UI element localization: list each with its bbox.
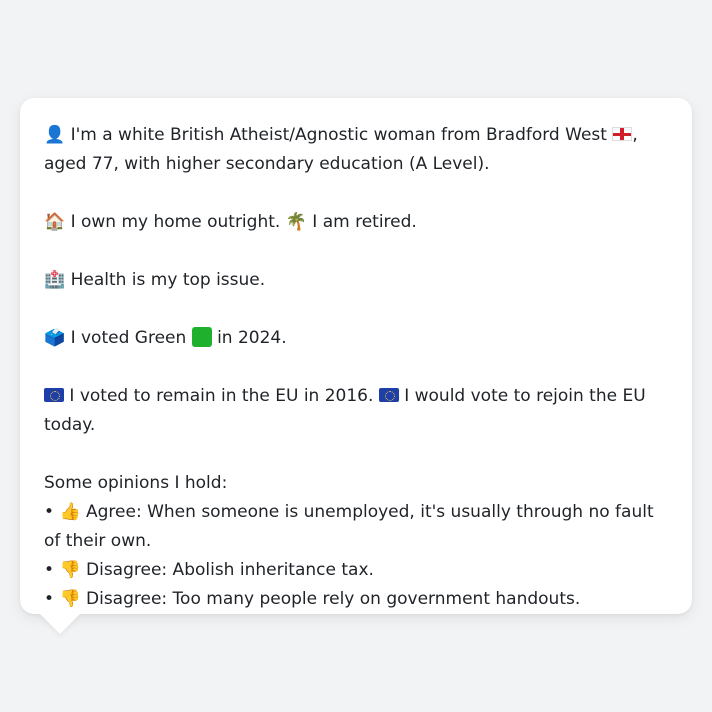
hospital-icon: 🏥: [44, 270, 66, 290]
bullet: •: [44, 502, 55, 522]
ballot-box-icon: 🗳️: [44, 328, 66, 348]
palm-tree-icon: 🌴: [285, 212, 307, 232]
england-flag-icon: [612, 127, 633, 141]
vote-line: 🗳️ I voted Green in 2024.: [44, 324, 674, 353]
identity-line: 👤 I'm a white British Atheist/Agnostic w…: [44, 121, 674, 179]
eu-flag-icon: [378, 388, 399, 402]
bullet: •: [44, 560, 55, 580]
house-icon: 🏠: [44, 212, 66, 232]
green-square-icon: [191, 327, 212, 347]
eu-line: I voted to remain in the EU in 2016. I w…: [44, 382, 674, 440]
identity-text-a: I'm a white British Atheist/Agnostic wom…: [70, 125, 607, 145]
message-bubble: 👤 I'm a white British Atheist/Agnostic w…: [20, 98, 692, 614]
opinion-text: Disagree: Too many people rely on govern…: [86, 589, 581, 609]
thumbs-up-icon: 👍: [59, 502, 81, 522]
person-icon: 👤: [44, 125, 66, 145]
opinions-heading: Some opinions I hold:: [44, 473, 228, 493]
home-line: 🏠 I own my home outright. 🌴 I am retired…: [44, 208, 674, 237]
list-item: • 👍 Agree: When someone is unemployed, i…: [44, 498, 674, 556]
eu-text-a: I voted to remain in the EU in 2016.: [69, 386, 374, 406]
eu-flag-icon: [44, 388, 64, 402]
vote-text-a: I voted Green: [70, 328, 187, 348]
opinion-text: Disagree: Abolish inheritance tax.: [86, 560, 374, 580]
bullet: •: [44, 589, 55, 609]
list-item: • 👎 Disagree: Too many people rely on go…: [44, 585, 674, 614]
opinion-text: Agree: When someone is unemployed, it's …: [44, 502, 654, 551]
list-item: • 👎 Disagree: Abolish inheritance tax.: [44, 556, 674, 585]
vote-text-b: in 2024.: [217, 328, 287, 348]
thumbs-down-icon: 👎: [59, 560, 81, 580]
health-text: Health is my top issue.: [70, 270, 266, 290]
health-line: 🏥 Health is my top issue.: [44, 266, 674, 295]
home-text: I own my home outright.: [70, 212, 281, 232]
retired-text: I am retired.: [312, 212, 417, 232]
thumbs-down-icon: 👎: [59, 589, 81, 609]
bubble-tail: [39, 613, 81, 634]
